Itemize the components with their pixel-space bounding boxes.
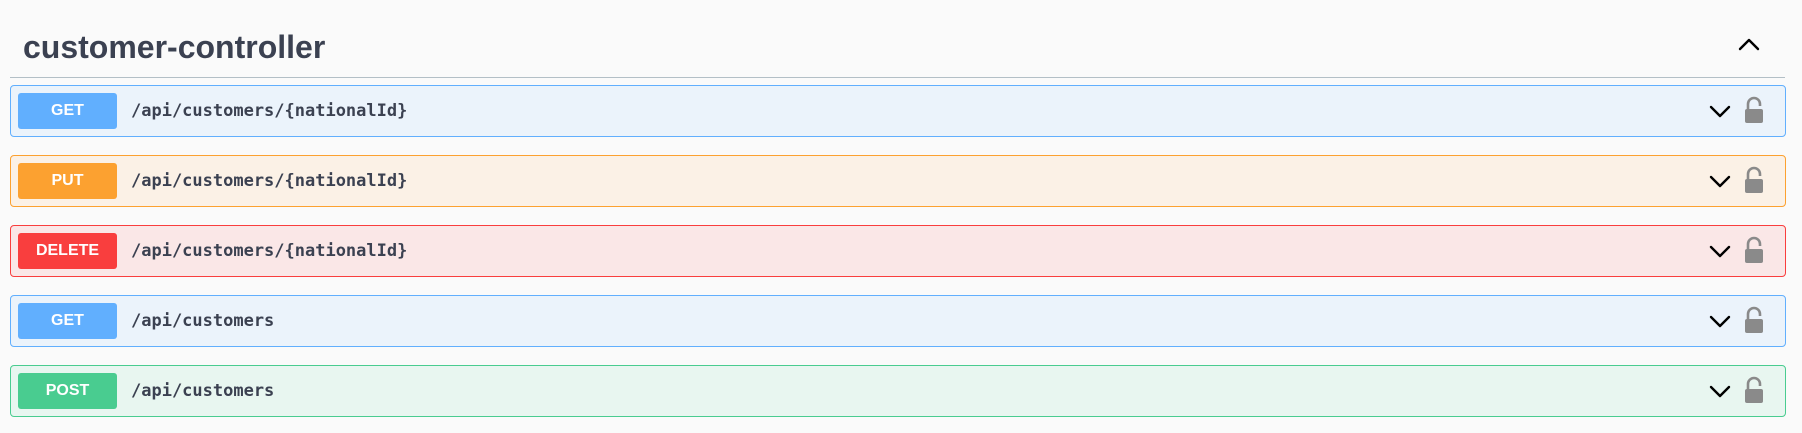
operation-row-get-customer[interactable]: GET /api/customers/{nationalId} bbox=[10, 85, 1786, 137]
operation-row-list-customers[interactable]: GET /api/customers bbox=[10, 295, 1786, 347]
lock-icon[interactable] bbox=[1743, 236, 1765, 264]
lock-icon[interactable] bbox=[1743, 166, 1765, 194]
operation-row-delete-customer[interactable]: DELETE /api/customers/{nationalId} bbox=[10, 225, 1786, 277]
chevron-down-icon[interactable] bbox=[1707, 239, 1733, 263]
lock-icon[interactable] bbox=[1743, 96, 1765, 124]
method-badge: POST bbox=[18, 373, 117, 409]
endpoint-path: /api/customers/{nationalId} bbox=[131, 171, 408, 191]
section-title: customer-controller bbox=[23, 29, 326, 65]
operation-row-create-customer[interactable]: POST /api/customers bbox=[10, 365, 1786, 417]
operation-row-put-customer[interactable]: PUT /api/customers/{nationalId} bbox=[10, 155, 1786, 207]
endpoint-path: /api/customers/{nationalId} bbox=[131, 241, 408, 261]
endpoint-path: /api/customers bbox=[131, 381, 275, 401]
method-badge: PUT bbox=[18, 163, 117, 199]
chevron-down-icon[interactable] bbox=[1707, 309, 1733, 333]
chevron-up-icon[interactable] bbox=[1731, 30, 1767, 60]
chevron-down-icon[interactable] bbox=[1707, 169, 1733, 193]
lock-icon[interactable] bbox=[1743, 306, 1765, 334]
endpoint-path: /api/customers bbox=[131, 311, 275, 331]
endpoint-path: /api/customers/{nationalId} bbox=[131, 101, 408, 121]
swagger-page: customer-controller GET /api/customers/{… bbox=[0, 0, 1802, 433]
lock-icon[interactable] bbox=[1743, 376, 1765, 404]
method-badge: GET bbox=[18, 303, 117, 339]
method-badge: DELETE bbox=[18, 233, 117, 269]
method-badge: GET bbox=[18, 93, 117, 129]
section-header[interactable]: customer-controller bbox=[10, 0, 1785, 78]
chevron-down-icon[interactable] bbox=[1707, 379, 1733, 403]
chevron-down-icon[interactable] bbox=[1707, 99, 1733, 123]
